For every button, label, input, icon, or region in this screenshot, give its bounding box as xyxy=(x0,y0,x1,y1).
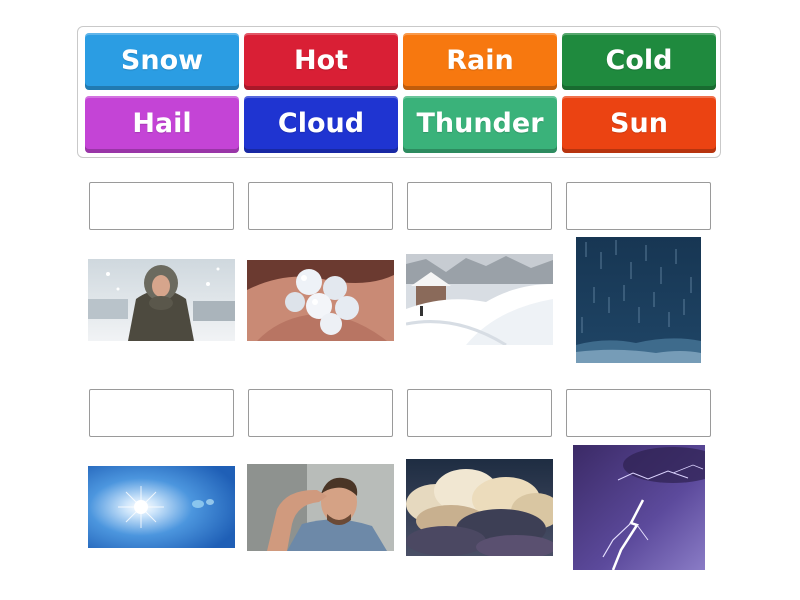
sun-image xyxy=(88,466,235,548)
drop-slot-5[interactable] xyxy=(89,389,234,437)
tile-cloud[interactable]: Cloud xyxy=(244,96,398,153)
tile-snow[interactable]: Snow xyxy=(85,33,239,90)
snowy-street-image xyxy=(406,254,553,345)
tile-hail[interactable]: Hail xyxy=(85,96,239,153)
hot-man-sweating-image xyxy=(247,464,394,551)
drop-slot-3[interactable] xyxy=(407,182,552,230)
drop-slot-1[interactable] xyxy=(89,182,234,230)
tile-thunder[interactable]: Thunder xyxy=(403,96,557,153)
tile-rain[interactable]: Rain xyxy=(403,33,557,90)
drop-slot-7[interactable] xyxy=(407,389,552,437)
word-tile-tray: Snow Hot Rain Cold Hail Cloud Thunder Su… xyxy=(77,26,721,158)
drop-slot-2[interactable] xyxy=(248,182,393,230)
tile-sun[interactable]: Sun xyxy=(562,96,716,153)
lightning-image xyxy=(573,445,705,570)
drop-slot-8[interactable] xyxy=(566,389,711,437)
drop-slot-4[interactable] xyxy=(566,182,711,230)
hailstones-in-hand-image xyxy=(247,260,394,341)
tile-cold[interactable]: Cold xyxy=(562,33,716,90)
tile-hot[interactable]: Hot xyxy=(244,33,398,90)
cold-person-in-snow-image xyxy=(88,259,235,341)
cloud-image xyxy=(406,459,553,556)
drop-slot-6[interactable] xyxy=(248,389,393,437)
rain-image xyxy=(576,237,701,363)
